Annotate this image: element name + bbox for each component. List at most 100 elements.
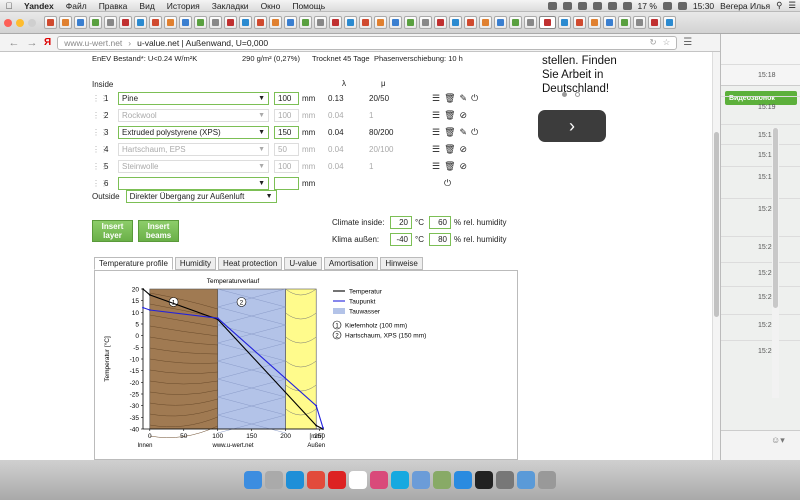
search-icon[interactable]: ⚲ — [776, 0, 782, 11]
pinned-tab-favicon[interactable] — [509, 16, 522, 29]
tab-amortisation[interactable]: Amortisation — [323, 257, 379, 270]
material-select[interactable]: Extruded polystyrene (XPS) ▼ — [118, 126, 269, 139]
pinned-tab-favicon[interactable] — [633, 16, 646, 29]
pinned-tab-favicon[interactable] — [299, 16, 312, 29]
thickness-input[interactable]: 100 — [274, 92, 299, 105]
material-select[interactable]: Rockwool ▼ — [118, 109, 269, 122]
chat-scrollbar-thumb[interactable] — [773, 128, 778, 308]
disabled-icon[interactable]: ⊘ — [460, 144, 468, 155]
menu-file[interactable]: Файл — [60, 1, 93, 11]
status-wifi-icon[interactable] — [607, 1, 617, 10]
menu-icon[interactable]: ☰ — [432, 144, 440, 155]
skype-icon[interactable] — [391, 471, 409, 489]
tab-temperature-profile[interactable]: Temperature profile — [94, 257, 173, 270]
battery-percent[interactable]: 17 % — [638, 1, 657, 11]
pinned-tab-favicon[interactable] — [389, 16, 402, 29]
trash-icon[interactable]: 🗑 — [444, 127, 455, 138]
pinned-tab-favicon[interactable] — [194, 16, 207, 29]
pinned-tab-favicon[interactable] — [419, 16, 432, 29]
material-select[interactable]: Pine ▼ — [118, 92, 269, 105]
menu-bookmarks[interactable]: Закладки — [206, 1, 255, 11]
pinned-tab-favicon[interactable] — [239, 16, 252, 29]
climate-outside-humidity-input[interactable]: 80 — [429, 233, 451, 246]
pinned-tab-favicon[interactable] — [104, 16, 117, 29]
forward-icon[interactable]: → — [26, 37, 38, 49]
refresh-icon[interactable]: ↻ — [649, 37, 656, 48]
ad-pager-dot[interactable] — [562, 92, 567, 97]
menu-app-name[interactable]: Yandex — [18, 1, 60, 11]
clock[interactable]: 15:30 — [693, 1, 714, 11]
menu-history[interactable]: История — [161, 1, 206, 11]
page-scrollbar[interactable] — [712, 52, 720, 460]
tab-u-value[interactable]: U-value — [284, 257, 322, 270]
pinned-tab-favicon[interactable] — [269, 16, 282, 29]
address-bar[interactable]: www.u-wert.net › u-value.net | Außenwand… — [57, 35, 678, 50]
drag-handle-icon[interactable]: ⋮⋮ — [92, 111, 108, 120]
chat-input-area[interactable] — [721, 430, 800, 460]
pinned-tab-favicon[interactable] — [224, 16, 237, 29]
thickness-input[interactable] — [274, 177, 299, 190]
trash-icon[interactable]: 🗑 — [444, 93, 455, 104]
pinned-tab-favicon[interactable] — [618, 16, 631, 29]
tab-hinweise[interactable]: Hinweise — [380, 257, 423, 270]
pinned-tab-favicon[interactable] — [134, 16, 147, 29]
pinned-tab-favicon[interactable] — [44, 16, 57, 29]
disabled-icon[interactable]: ⊘ — [460, 110, 468, 121]
zoom-window-icon[interactable] — [28, 18, 36, 27]
page-scrollbar-thumb[interactable] — [714, 132, 719, 317]
edit-icon[interactable]: ✎ — [460, 93, 468, 104]
safari-icon[interactable] — [286, 471, 304, 489]
thickness-input[interactable]: 100 — [274, 109, 299, 122]
power-icon[interactable]: ⏻ — [471, 93, 478, 104]
pinned-tab-favicon[interactable] — [404, 16, 417, 29]
pinned-tab-favicon[interactable] — [479, 16, 492, 29]
mail-icon[interactable] — [412, 471, 430, 489]
pinned-tab-favicon[interactable] — [179, 16, 192, 29]
thickness-input[interactable]: 50 — [274, 143, 299, 156]
pinned-tab-favicon[interactable] — [359, 16, 372, 29]
menu-icon[interactable]: ☰ — [432, 110, 440, 121]
video-call-button[interactable]: Видеозвонок — [725, 91, 797, 105]
itunes-icon[interactable] — [370, 471, 388, 489]
menu-help[interactable]: Помощь — [286, 1, 331, 11]
power-icon[interactable]: ⏻ — [444, 178, 451, 189]
thickness-input[interactable]: 100 — [274, 160, 299, 173]
battery-icon[interactable] — [662, 1, 672, 10]
pinned-tab-favicon[interactable] — [164, 16, 177, 29]
menu-icon[interactable]: ☰ — [432, 161, 440, 172]
menu-icon[interactable]: ☰ — [432, 127, 440, 138]
back-icon[interactable]: ← — [8, 37, 20, 49]
pinned-tab-favicon[interactable] — [558, 16, 571, 29]
photos-icon[interactable] — [433, 471, 451, 489]
power-icon[interactable]: ⏻ — [471, 127, 478, 138]
tab-heat-protection[interactable]: Heat protection — [218, 257, 283, 270]
pinned-tab-favicon[interactable] — [603, 16, 616, 29]
menu-window[interactable]: Окно — [255, 1, 287, 11]
appstore-icon[interactable] — [454, 471, 472, 489]
minimize-window-icon[interactable] — [16, 18, 24, 27]
disabled-icon[interactable]: ⊘ — [460, 161, 468, 172]
insert-beams-button[interactable]: Insert beams — [138, 220, 179, 242]
status-skype-icon[interactable] — [577, 1, 587, 10]
yandex-icon[interactable] — [328, 471, 346, 489]
pinned-tab-favicon[interactable] — [314, 16, 327, 29]
status-dropbox-icon[interactable] — [562, 1, 572, 10]
pinned-tab-favicon[interactable] — [344, 16, 357, 29]
pinned-tab-favicon[interactable] — [149, 16, 162, 29]
edit-icon[interactable]: ✎ — [460, 127, 468, 138]
drag-handle-icon[interactable]: ⋮⋮ — [92, 145, 108, 154]
material-select[interactable]: Steinwolle ▼ — [118, 160, 269, 173]
pinned-tab-favicon[interactable] — [374, 16, 387, 29]
user-name[interactable]: Вегера Илья — [720, 1, 770, 11]
climate-inside-humidity-input[interactable]: 60 — [429, 216, 451, 229]
trash-icon[interactable]: 🗑 — [444, 161, 455, 172]
pinned-tab-favicon[interactable] — [89, 16, 102, 29]
list-icon[interactable]: ☰ — [788, 0, 796, 11]
status-app-icon[interactable] — [547, 1, 557, 10]
menu-icon[interactable]: ☰ — [432, 93, 440, 104]
pinned-tab-favicon[interactable] — [284, 16, 297, 29]
pinned-tab-favicon[interactable] — [434, 16, 447, 29]
drag-handle-icon[interactable]: ⋮⋮ — [92, 179, 108, 188]
terminal-icon[interactable] — [475, 471, 493, 489]
pinned-tab-favicon[interactable] — [524, 16, 537, 29]
